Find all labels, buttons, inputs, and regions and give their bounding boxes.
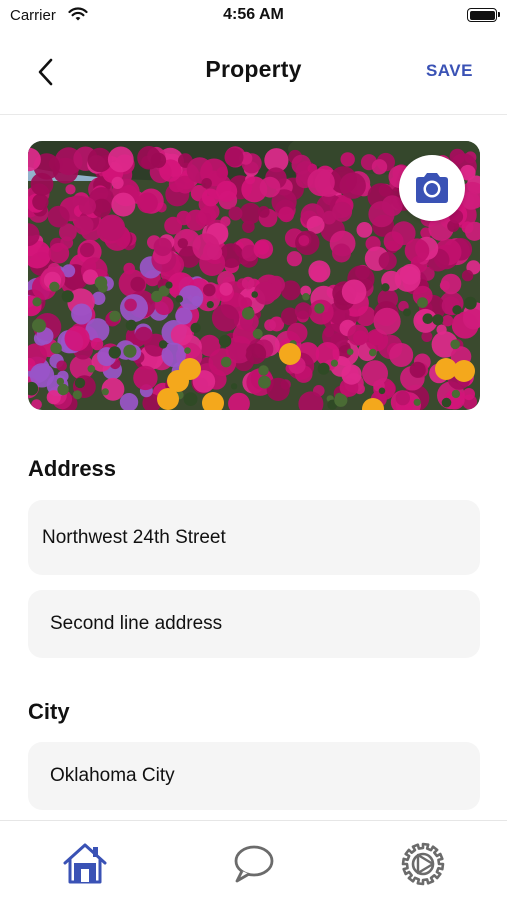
settings-icon	[401, 842, 445, 886]
clock: 4:56 AM	[223, 6, 284, 23]
address-line1-input[interactable]: Northwest 24th Street	[28, 500, 480, 575]
home-icon	[63, 843, 107, 884]
camera-icon	[416, 173, 448, 203]
address-line1-value: Northwest 24th Street	[42, 526, 226, 548]
tab-bar	[0, 820, 507, 901]
navigation-bar: Property SAVE	[0, 32, 507, 115]
tab-settings[interactable]	[399, 841, 447, 887]
tab-home[interactable]	[61, 841, 109, 887]
chat-bubble-icon	[234, 845, 274, 883]
tab-messages[interactable]	[230, 841, 278, 887]
address-line2-input[interactable]: Second line address	[28, 590, 480, 658]
status-bar: Carrier 4:56 AM	[0, 0, 507, 32]
address-label: Address	[28, 456, 117, 481]
change-photo-button[interactable]	[399, 155, 465, 221]
city-label: City	[28, 699, 70, 724]
city-value: Oklahoma City	[50, 765, 175, 786]
save-button[interactable]: SAVE	[426, 61, 473, 81]
address-line2-placeholder: Second line address	[50, 613, 223, 634]
city-input[interactable]: Oklahoma City	[28, 742, 480, 810]
battery-icon	[467, 8, 500, 22]
